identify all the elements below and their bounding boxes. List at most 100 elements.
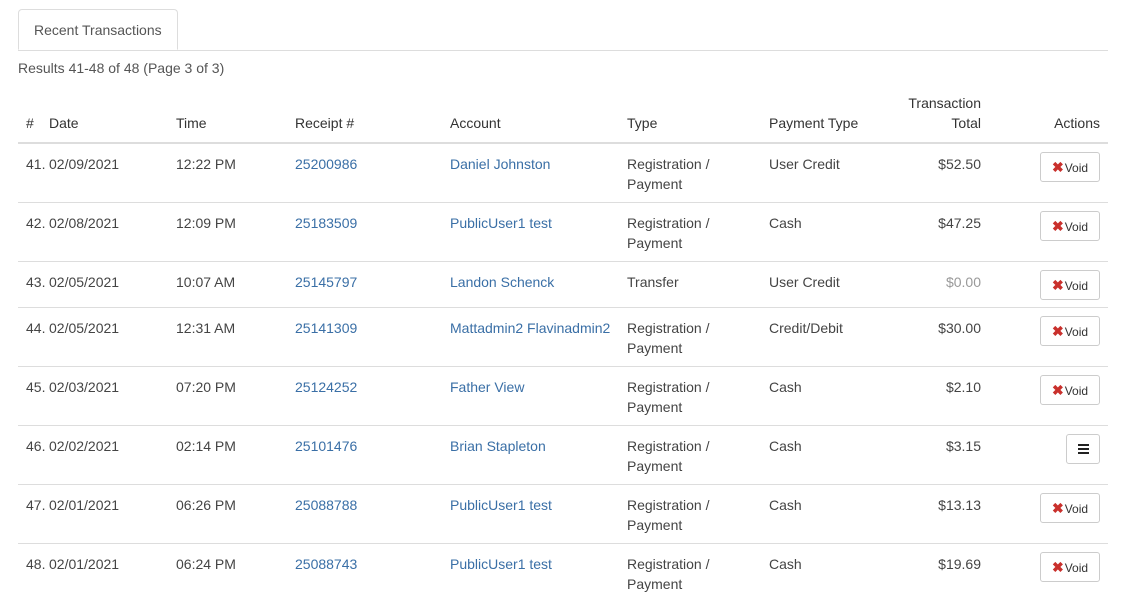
cell-payment-type: Cash [761,426,874,485]
account-link[interactable]: Landon Schenck [450,274,554,290]
table-row: 46.02/02/202102:14 PM 25101476 Brian Stapl… [18,426,1108,485]
col-header-time: Time [168,93,287,143]
cell-type: Registration / Payment [619,308,761,367]
cell-date: 02/01/2021 [49,544,168,602]
cell-account: Daniel Johnston [442,143,619,203]
cell-payment-type: Cash [761,544,874,602]
type-line-2: Payment [627,340,682,356]
table-body: 41.02/09/202112:22 PM25200986Daniel John… [18,143,1108,602]
cell-payment-type: Cash [761,485,874,544]
void-label: Void [1065,325,1088,339]
void-label: Void [1065,161,1088,175]
receipt-link[interactable]: 25088788 [295,497,357,513]
cell-num: 42. [18,203,49,262]
cell-account: PublicUser1 test [442,485,619,544]
receipt-link[interactable]: 25141309 [295,320,357,336]
void-button[interactable]: ✖Void [1040,270,1100,300]
cell-num: 41. [18,143,49,203]
type-line-1: Registration / [627,320,709,336]
void-button[interactable]: ✖Void [1040,375,1100,405]
account-link[interactable]: PublicUser1 test [450,215,552,231]
cell-type: Registration /Payment [619,426,761,485]
table-row: 45.02/03/202107:20 PM25124252Father View… [18,367,1108,426]
receipt-link[interactable]: 25101476 [295,438,357,454]
cell-total: $2.10 [874,367,989,426]
cell-total: $0.00 [874,262,989,308]
results-summary: Results 41-48 of 48 (Page 3 of 3) [18,60,1107,80]
cell-account: PublicUser1 test [442,544,619,602]
cell-type: Registration / Payment [619,143,761,203]
account-link[interactable]: Father View [450,379,524,395]
x-icon: ✖ [1052,159,1064,175]
cell-num: 48. [18,544,49,602]
cell-date: 02/09/2021 [49,143,168,203]
account-link[interactable]: Mattadmin2 Flavinadmin2 [450,320,610,336]
cell-num: 47. [18,485,49,544]
cell-total: $30.00 [874,308,989,367]
cell-time: 06:24 PM [168,544,287,602]
cell-num: 45. [18,367,49,426]
cell-payment-type: Cash [761,203,874,262]
void-button[interactable]: ✖Void [1040,316,1100,346]
cell-type: Registration /Payment [619,544,761,602]
void-button[interactable]: ✖Void [1040,493,1100,523]
cell-account: Mattadmin2 Flavinadmin2 [442,308,619,367]
cell-receipt: 25088743 [287,544,442,602]
void-label: Void [1065,279,1088,293]
table-row: 42.02/08/202112:09 PM25183509PublicUser1… [18,203,1108,262]
row-menu-button[interactable] [1066,434,1100,464]
cell-actions: ✖Void [989,544,1108,602]
void-label: Void [1065,220,1088,234]
void-label: Void [1065,561,1088,575]
cell-time: 02:14 PM [168,426,287,485]
cell-num: 44. [18,308,49,367]
receipt-link[interactable]: 25200986 [295,156,357,172]
cell-actions: ✖Void [989,203,1108,262]
receipt-link[interactable]: 25145797 [295,274,357,290]
cell-receipt: 25183509 [287,203,442,262]
account-link[interactable]: Daniel Johnston [450,156,550,172]
void-button[interactable]: ✖Void [1040,152,1100,182]
account-link[interactable]: Brian Stapleton [450,438,546,454]
cell-payment-type: User Credit [761,262,874,308]
x-icon: ✖ [1052,323,1064,339]
cell-time: 06:26 PM [168,485,287,544]
col-header-payment-type: Payment Type [761,93,874,143]
cell-num: 46. [18,426,49,485]
x-icon: ✖ [1052,559,1064,575]
col-header-receipt: Receipt # [287,93,442,143]
void-label: Void [1065,502,1088,516]
cell-type: Transfer [619,262,761,308]
type-line-2: Payment [627,176,682,192]
cell-total: $52.50 [874,143,989,203]
table-row: 41.02/09/202112:22 PM25200986Daniel John… [18,143,1108,203]
type-line-2: Payment [627,517,682,533]
type-line-1: Registration / [627,156,709,172]
receipt-link[interactable]: 25088743 [295,556,357,572]
cell-actions: ✖Void [989,143,1108,203]
cell-actions: ✖Void [989,485,1108,544]
cell-time: 12:31 AM [168,308,287,367]
table-row: 44.02/05/202112:31 AM 25141309 Mattadmin2 … [18,308,1108,367]
cell-receipt: 25088788 [287,485,442,544]
cell-date: 02/02/2021 [49,426,168,485]
void-button[interactable]: ✖Void [1040,211,1100,241]
col-header-type: Type [619,93,761,143]
cell-date: 02/01/2021 [49,485,168,544]
cell-date: 02/05/2021 [49,308,168,367]
receipt-link[interactable]: 25124252 [295,379,357,395]
type-line-1: Registration / [627,215,709,231]
account-link[interactable]: PublicUser1 test [450,497,552,513]
type-line-2: Payment [627,399,682,415]
type-line-2: Payment [627,235,682,251]
cell-account: PublicUser1 test [442,203,619,262]
account-link[interactable]: PublicUser1 test [450,556,552,572]
tab-bar: Recent Transactions [18,9,1108,51]
cell-actions: ✖Void [989,367,1108,426]
receipt-link[interactable]: 25183509 [295,215,357,231]
void-button[interactable]: ✖Void [1040,552,1100,582]
col-header-actions: Actions [989,93,1108,143]
table-row: 43.02/05/202110:07 AM25145797Landon Sche… [18,262,1108,308]
cell-type: Registration /Payment [619,485,761,544]
tab-recent-transactions[interactable]: Recent Transactions [18,9,178,50]
